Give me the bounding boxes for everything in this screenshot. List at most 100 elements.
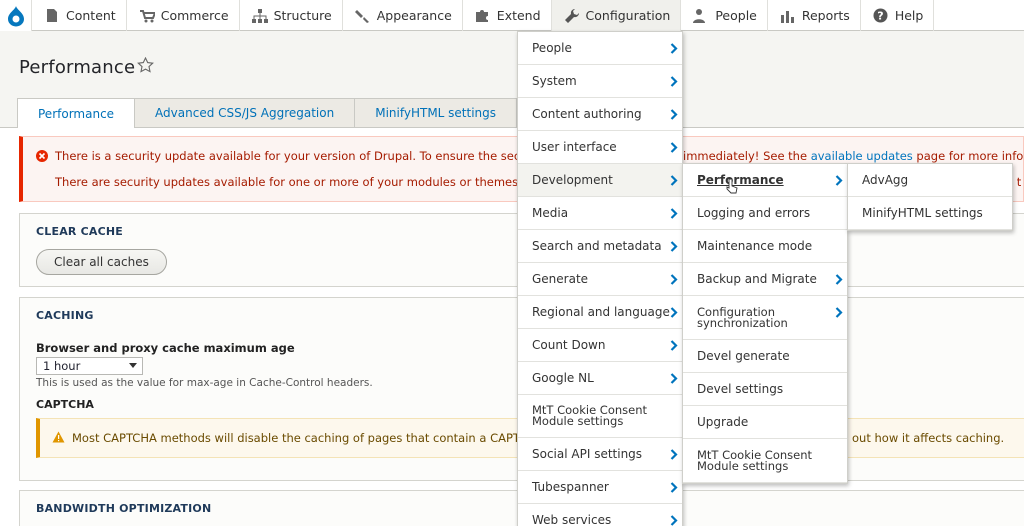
menu-item-label: Development <box>532 173 613 187</box>
svg-text:?: ? <box>878 10 884 23</box>
chevron-right-icon <box>670 373 678 387</box>
tab-minifyhtml-settings[interactable]: MinifyHTML settings <box>354 98 518 127</box>
menu-item-label: AdvAgg <box>862 173 909 187</box>
menu-item-label: Devel generate <box>697 349 790 363</box>
menu-item-label: Web services <box>532 513 612 526</box>
menu-item-content-authoring[interactable]: Content authoring <box>518 98 682 131</box>
chevron-right-icon <box>670 340 678 354</box>
toolbar-configuration[interactable]: Configuration <box>551 0 682 31</box>
available-updates-link[interactable]: available updates <box>811 149 913 163</box>
error-icon <box>36 150 48 165</box>
max-age-label: Browser and proxy cache maximum age <box>36 341 295 355</box>
menu-item-label: Social API settings <box>532 447 643 461</box>
error-line-1-tail: immediately! See the available updates p… <box>683 149 1024 163</box>
max-age-select[interactable]: 1 hour <box>36 357 143 375</box>
tab-advanced-css-js-aggregation[interactable]: Advanced CSS/JS Aggregation <box>134 98 356 127</box>
menu-item-label: MtT Cookie Consent Module settings <box>532 403 648 428</box>
toolbar-extend[interactable]: Extend <box>463 0 552 31</box>
toolbar-label: Configuration <box>585 8 671 23</box>
development-submenu: Performance Logging and errors Maintenance… <box>682 163 848 484</box>
chevron-down-icon <box>129 363 137 368</box>
configuration-menu: People System Content authoring User interf… <box>517 31 683 526</box>
menu-item-label: People <box>532 41 572 55</box>
toolbar-people[interactable]: People <box>681 0 768 31</box>
menu-item-label: Generate <box>532 272 589 286</box>
dev-item-performance[interactable]: Performance <box>683 164 847 197</box>
pointer-cursor-icon <box>726 178 738 197</box>
toolbar-structure[interactable]: Structure <box>240 0 343 31</box>
dev-item-devel-settings[interactable]: Devel settings <box>683 373 847 406</box>
chevron-right-icon <box>670 109 678 123</box>
bandwidth-title: Bandwidth optimization <box>36 502 212 515</box>
toolbar-label: Commerce <box>160 8 229 23</box>
dev-item-backup-and-migrate[interactable]: Backup and Migrate <box>683 263 847 296</box>
error-text: immediately! See the <box>683 149 811 163</box>
toolbar-label: Appearance <box>376 8 452 23</box>
perf-item-advagg[interactable]: AdvAgg <box>848 164 1012 197</box>
document-icon <box>44 8 60 24</box>
chevron-right-icon <box>670 274 678 288</box>
chevron-right-icon <box>670 43 678 57</box>
chevron-right-icon <box>670 175 678 189</box>
menu-item-media[interactable]: Media <box>518 197 682 230</box>
tab-performance[interactable]: Performance <box>17 98 136 128</box>
menu-item-generate[interactable]: Generate <box>518 263 682 296</box>
toolbar-label: Help <box>894 8 924 23</box>
wrench-icon <box>564 8 580 24</box>
dev-item-mtt-cookie-consent-module-settings[interactable]: MtT Cookie Consent Module settings <box>683 439 847 483</box>
drupal-logo-icon[interactable] <box>0 0 32 31</box>
toolbar-help[interactable]: ? Help <box>861 0 935 31</box>
error-line-1: There is a security update available for… <box>55 149 562 163</box>
chevron-right-icon <box>835 307 843 320</box>
chevron-right-icon <box>670 208 678 222</box>
toolbar-label: Structure <box>273 8 332 23</box>
chevron-right-icon <box>670 482 678 496</box>
chevron-right-icon <box>670 76 678 90</box>
captcha-warning-text: Most CAPTCHA methods will disable the ca… <box>72 431 555 445</box>
star-shortcut-icon[interactable] <box>137 56 154 77</box>
menu-item-label: Logging and errors <box>697 206 811 220</box>
clear-all-caches-button[interactable]: Clear all caches <box>36 249 167 275</box>
menu-item-system[interactable]: System <box>518 65 682 98</box>
dev-item-configuration-synchronization[interactable]: Configuration synchronization <box>683 296 847 340</box>
caching-title: Caching <box>36 309 94 322</box>
menu-item-user-interface[interactable]: User interface <box>518 131 682 164</box>
captcha-warning-tail: out how it affects caching. <box>852 431 1005 445</box>
admin-toolbar: Content Commerce Structure Appearance Ex… <box>0 0 1024 31</box>
toolbar-label: Content <box>66 8 116 23</box>
dev-item-devel-generate[interactable]: Devel generate <box>683 340 847 373</box>
primary-tabs: Performance Advanced CSS/JS Aggregation … <box>17 98 518 128</box>
menu-item-label: Regional and language <box>532 305 670 319</box>
cart-icon <box>139 8 155 24</box>
menu-item-google-nl[interactable]: Google NL <box>518 362 682 395</box>
menu-item-label: Search and metadata <box>532 239 662 253</box>
menu-item-regional-and-language[interactable]: Regional and language <box>518 296 682 329</box>
dev-item-logging-and-errors[interactable]: Logging and errors <box>683 197 847 230</box>
warning-icon <box>52 431 65 446</box>
menu-item-label: Devel settings <box>697 382 784 396</box>
chevron-right-icon <box>670 142 678 156</box>
toolbar-commerce[interactable]: Commerce <box>127 0 240 31</box>
menu-item-label: Maintenance mode <box>697 239 813 253</box>
error-text: page for more informati <box>916 149 1024 163</box>
chevron-right-icon <box>670 241 678 255</box>
perf-item-minifyhtml-settings[interactable]: MinifyHTML settings <box>848 197 1012 230</box>
menu-item-people[interactable]: People <box>518 32 682 65</box>
menu-item-label: Content authoring <box>532 107 642 121</box>
menu-item-label: Configuration synchronization <box>697 304 788 330</box>
toolbar-content[interactable]: Content <box>32 0 127 31</box>
paintbrush-icon <box>354 8 371 24</box>
toolbar-reports[interactable]: Reports <box>768 0 861 31</box>
menu-item-mtt-cookie-consent-module-settings[interactable]: MtT Cookie Consent Module settings <box>518 395 682 438</box>
toolbar-label: Extend <box>496 8 541 23</box>
menu-item-development[interactable]: Development <box>518 164 682 197</box>
dev-item-maintenance-mode[interactable]: Maintenance mode <box>683 230 847 263</box>
toolbar-appearance[interactable]: Appearance <box>343 0 463 31</box>
menu-item-social-api-settings[interactable]: Social API settings <box>518 438 682 471</box>
menu-item-search-and-metadata[interactable]: Search and metadata <box>518 230 682 263</box>
chevron-right-icon <box>835 175 843 189</box>
menu-item-count-down[interactable]: Count Down <box>518 329 682 362</box>
menu-item-tubespanner[interactable]: Tubespanner <box>518 471 682 504</box>
dev-item-upgrade[interactable]: Upgrade <box>683 406 847 439</box>
menu-item-web-services[interactable]: Web services <box>518 504 682 526</box>
